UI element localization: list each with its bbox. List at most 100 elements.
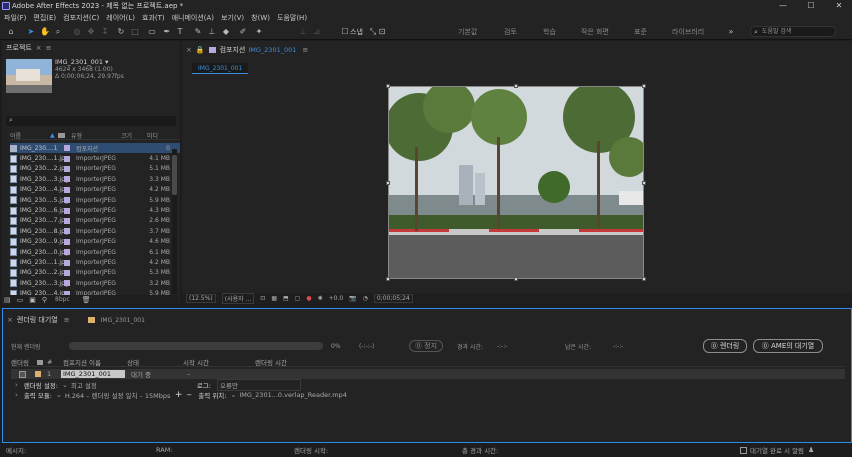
close-icon[interactable]: ✕ <box>826 0 852 12</box>
snap-checkbox-icon[interactable]: ☐ <box>340 27 350 37</box>
menu-help[interactable]: 도움말(H) <box>277 13 307 23</box>
current-time-display[interactable]: 0;00;05;24 <box>373 294 413 303</box>
workspace-libraries[interactable]: 라이브러리 <box>672 27 704 37</box>
notify-checkbox[interactable] <box>740 446 747 454</box>
transform-handle[interactable] <box>386 181 390 185</box>
workspace-review[interactable]: 검토 <box>504 27 517 37</box>
comp-tab-name[interactable]: IMG_2301_001 <box>248 46 296 54</box>
workspace-learn[interactable]: 학습 <box>543 27 556 37</box>
more-workspaces-icon[interactable]: » <box>726 27 736 37</box>
rotate-tool-icon[interactable]: ↻ <box>116 27 126 37</box>
menu-view[interactable]: 보기(V) <box>221 13 244 23</box>
home-icon[interactable]: ⌂ <box>6 27 16 37</box>
transparency-grid-icon[interactable]: ▦ <box>271 295 277 302</box>
transform-handle[interactable] <box>514 277 518 281</box>
render-queue-item[interactable]: 1 IMG_2301_001 대기 중 – <box>11 369 845 379</box>
region-of-interest-icon[interactable]: ▢ <box>295 295 301 302</box>
menu-animation[interactable]: 애니메이션(A) <box>172 13 214 23</box>
local-axis-icon[interactable]: ⊥ <box>298 27 308 37</box>
transform-handle[interactable] <box>386 84 390 88</box>
new-folder-icon[interactable]: ▭ <box>17 296 24 304</box>
expand-arrow-icon[interactable]: › <box>15 381 18 389</box>
render-comp-tab[interactable]: IMG_2301_001 <box>101 317 145 324</box>
dropdown-icon[interactable]: ⌄ <box>56 391 62 399</box>
list-item[interactable]: IMG_230....1.jpg ImporterJPEG 4.1 MB <box>10 153 180 163</box>
exposure-icon[interactable]: ✺ <box>318 295 323 302</box>
panel-menu-icon[interactable]: ≡ <box>46 44 52 52</box>
dropdown-icon[interactable]: ⌄ <box>230 391 236 399</box>
orbit-tool-icon[interactable]: ◎ <box>72 27 82 37</box>
puppet-tool-icon[interactable]: ✦ <box>254 27 264 37</box>
list-item[interactable]: IMG_230....2.jpg ImporterJPEG 5.3 MB <box>10 268 180 278</box>
col-start-time[interactable]: 시작 시간 <box>183 357 255 367</box>
project-tab[interactable]: 프로젝트 <box>6 43 32 53</box>
col-media[interactable]: 미디 <box>147 131 158 140</box>
composition-viewer-image[interactable] <box>388 86 644 279</box>
remove-output-icon[interactable]: − <box>186 391 192 399</box>
dropdown-icon[interactable]: ⌄ <box>62 381 68 389</box>
list-item[interactable]: IMG_230....1.jpg ImporterJPEG 4.2 MB <box>10 257 180 267</box>
bit-depth-button[interactable]: 8bpc <box>55 296 70 303</box>
list-item[interactable]: IMG_230....7.jpg ImporterJPEG 2.6 MB <box>10 216 180 226</box>
close-tab-icon[interactable]: × <box>7 316 13 324</box>
panel-menu-icon[interactable]: ≡ <box>302 46 308 54</box>
output-module-value[interactable]: H.264 – 렌더링 설정 일치 – 15Mbps <box>65 390 175 400</box>
list-item[interactable]: IMG_230....8.jpg ImporterJPEG 3.7 MB <box>10 226 180 236</box>
stop-button[interactable]: ⓪ 정지 <box>409 340 443 352</box>
transform-handle[interactable] <box>642 277 646 281</box>
brush-tool-icon[interactable]: ✎ <box>193 27 203 37</box>
sort-ascending-icon[interactable]: ▲ <box>50 132 58 139</box>
col-size[interactable]: 크기 <box>121 131 147 140</box>
eraser-tool-icon[interactable]: ◆ <box>221 27 231 37</box>
label-column-icon[interactable] <box>58 132 65 138</box>
menu-layer[interactable]: 레이어(L) <box>106 13 135 23</box>
menu-effect[interactable]: 효과(T) <box>142 13 165 23</box>
help-search-input[interactable]: ⌕ 도움말 검색 <box>750 26 836 37</box>
type-tool-icon[interactable]: T <box>175 27 185 37</box>
clone-stamp-icon[interactable]: ⊥ <box>207 27 217 37</box>
dolly-tool-icon[interactable]: ↧ <box>100 27 110 37</box>
list-item[interactable]: IMG_230....4.jpg ImporterJPEG 4.2 MB <box>10 185 180 195</box>
pen-tool-icon[interactable]: ✒ <box>162 27 172 37</box>
add-output-icon[interactable]: + <box>175 390 183 400</box>
comp-breadcrumb[interactable]: IMG_2301_001 <box>198 65 242 72</box>
flowchart-icon[interactable]: ⚲ <box>42 296 47 304</box>
comp-tab-label[interactable]: 컴포지션 <box>220 45 246 55</box>
rectangle-tool-icon[interactable]: ▭ <box>147 27 157 37</box>
expand-arrow-icon[interactable]: › <box>15 391 18 399</box>
list-item[interactable]: IMG_230....6.jpg ImporterJPEG 4.3 MB <box>10 205 180 215</box>
col-type[interactable]: 유형 <box>71 131 121 140</box>
fast-preview-icon[interactable]: ⊡ <box>260 295 265 302</box>
preview-name[interactable]: IMG_2301_001 ▾ <box>55 58 175 66</box>
transform-handle[interactable] <box>386 277 390 281</box>
new-comp-icon[interactable]: ▣ <box>29 296 36 304</box>
col-render[interactable]: 렌더링 <box>11 357 37 367</box>
list-item[interactable]: IMG_230....9.jpg ImporterJPEG 4.6 MB <box>10 237 180 247</box>
workspace-standard[interactable]: 표준 <box>634 27 647 37</box>
world-axis-icon[interactable]: ⊿ <box>312 27 322 37</box>
render-checkbox[interactable] <box>19 370 26 378</box>
selection-tool-icon[interactable]: ➤ <box>26 27 36 37</box>
menu-file[interactable]: 파일(F) <box>4 13 26 23</box>
menu-edit[interactable]: 편집(E) <box>33 13 56 23</box>
show-snapshot-icon[interactable]: ◔ <box>363 295 368 302</box>
col-comp-name[interactable]: 컴포지션 이름 <box>63 357 127 367</box>
workspace-default[interactable]: 기본값 <box>458 27 477 37</box>
channel-color-icon[interactable]: ● <box>306 295 311 302</box>
transform-handle[interactable] <box>642 181 646 185</box>
list-item[interactable]: IMG_230....0.jpg ImporterJPEG 6.1 MB <box>10 247 180 257</box>
transform-handle[interactable] <box>514 84 518 88</box>
minimize-icon[interactable]: — <box>770 0 796 12</box>
menu-composition[interactable]: 컴포지션(C) <box>63 13 99 23</box>
snapshot-icon[interactable]: 📷 <box>349 295 356 302</box>
col-status[interactable]: 상태 <box>127 357 183 367</box>
project-search-input[interactable]: ⌕ <box>6 116 176 126</box>
col-number[interactable]: # <box>47 358 63 366</box>
project-scrollbar[interactable] <box>172 149 177 294</box>
list-item[interactable]: IMG_230....3.jpg ImporterJPEG 3.2 MB <box>10 278 180 288</box>
transform-handle[interactable] <box>642 84 646 88</box>
roto-brush-icon[interactable]: ✐ <box>238 27 248 37</box>
snap-feature-icon[interactable]: ⊡ <box>377 27 387 37</box>
pan-tool-icon[interactable]: ✥ <box>86 27 96 37</box>
hand-tool-icon[interactable]: ✋ <box>40 27 50 37</box>
